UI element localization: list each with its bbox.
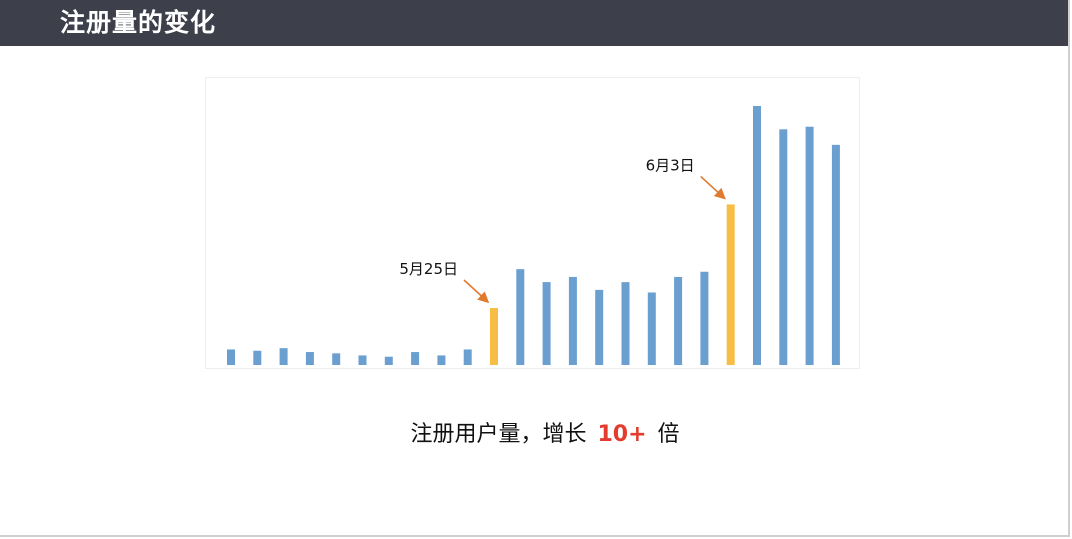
bar-2 [279,348,288,365]
bar-0 [227,349,235,365]
bar-6 [384,356,393,365]
bar-22 [805,126,814,365]
header-bar: 注册量的变化 [0,0,1068,46]
page-title: 注册量的变化 [60,8,217,37]
bar-1 [253,350,262,365]
bar-19 [726,204,735,365]
caption-highlight: 10+ [597,422,647,447]
bar-7 [411,352,420,365]
annotation-label-0: 5月25日 [399,260,458,278]
registration-bar-chart: 5月25日 6月3日 [227,106,840,365]
caption: 注册用户量，增长 10+ 倍 [0,420,1072,450]
annotation-arrow-0 [463,279,490,304]
bar-12 [542,282,551,365]
slide-frame: 注册量的变化 5月25日 6月3日 注册用户量，增长 10+ 倍 [0,0,1070,537]
bar-20 [753,106,761,365]
bar-9 [463,349,472,365]
bar-23 [831,144,840,365]
annotation-arrow-1 [700,175,726,200]
bar-15 [621,282,630,365]
caption-text: 注册用户量，增长 [410,422,587,447]
bar-8 [437,355,446,365]
bar-13 [568,276,577,365]
bar-14 [595,289,604,365]
chart-container: 5月25日 6月3日 [205,77,860,369]
bar-17 [674,276,683,365]
bar-16 [647,292,656,365]
bar-5 [358,355,367,365]
caption-suffix: 倍 [657,422,680,447]
bar-3 [305,352,314,365]
bar-10 [490,308,498,365]
bar-4 [332,353,341,365]
bar-11 [516,269,525,365]
annotation-label-1: 6月3日 [646,156,695,174]
bar-21 [779,129,788,365]
bar-18 [700,271,709,365]
